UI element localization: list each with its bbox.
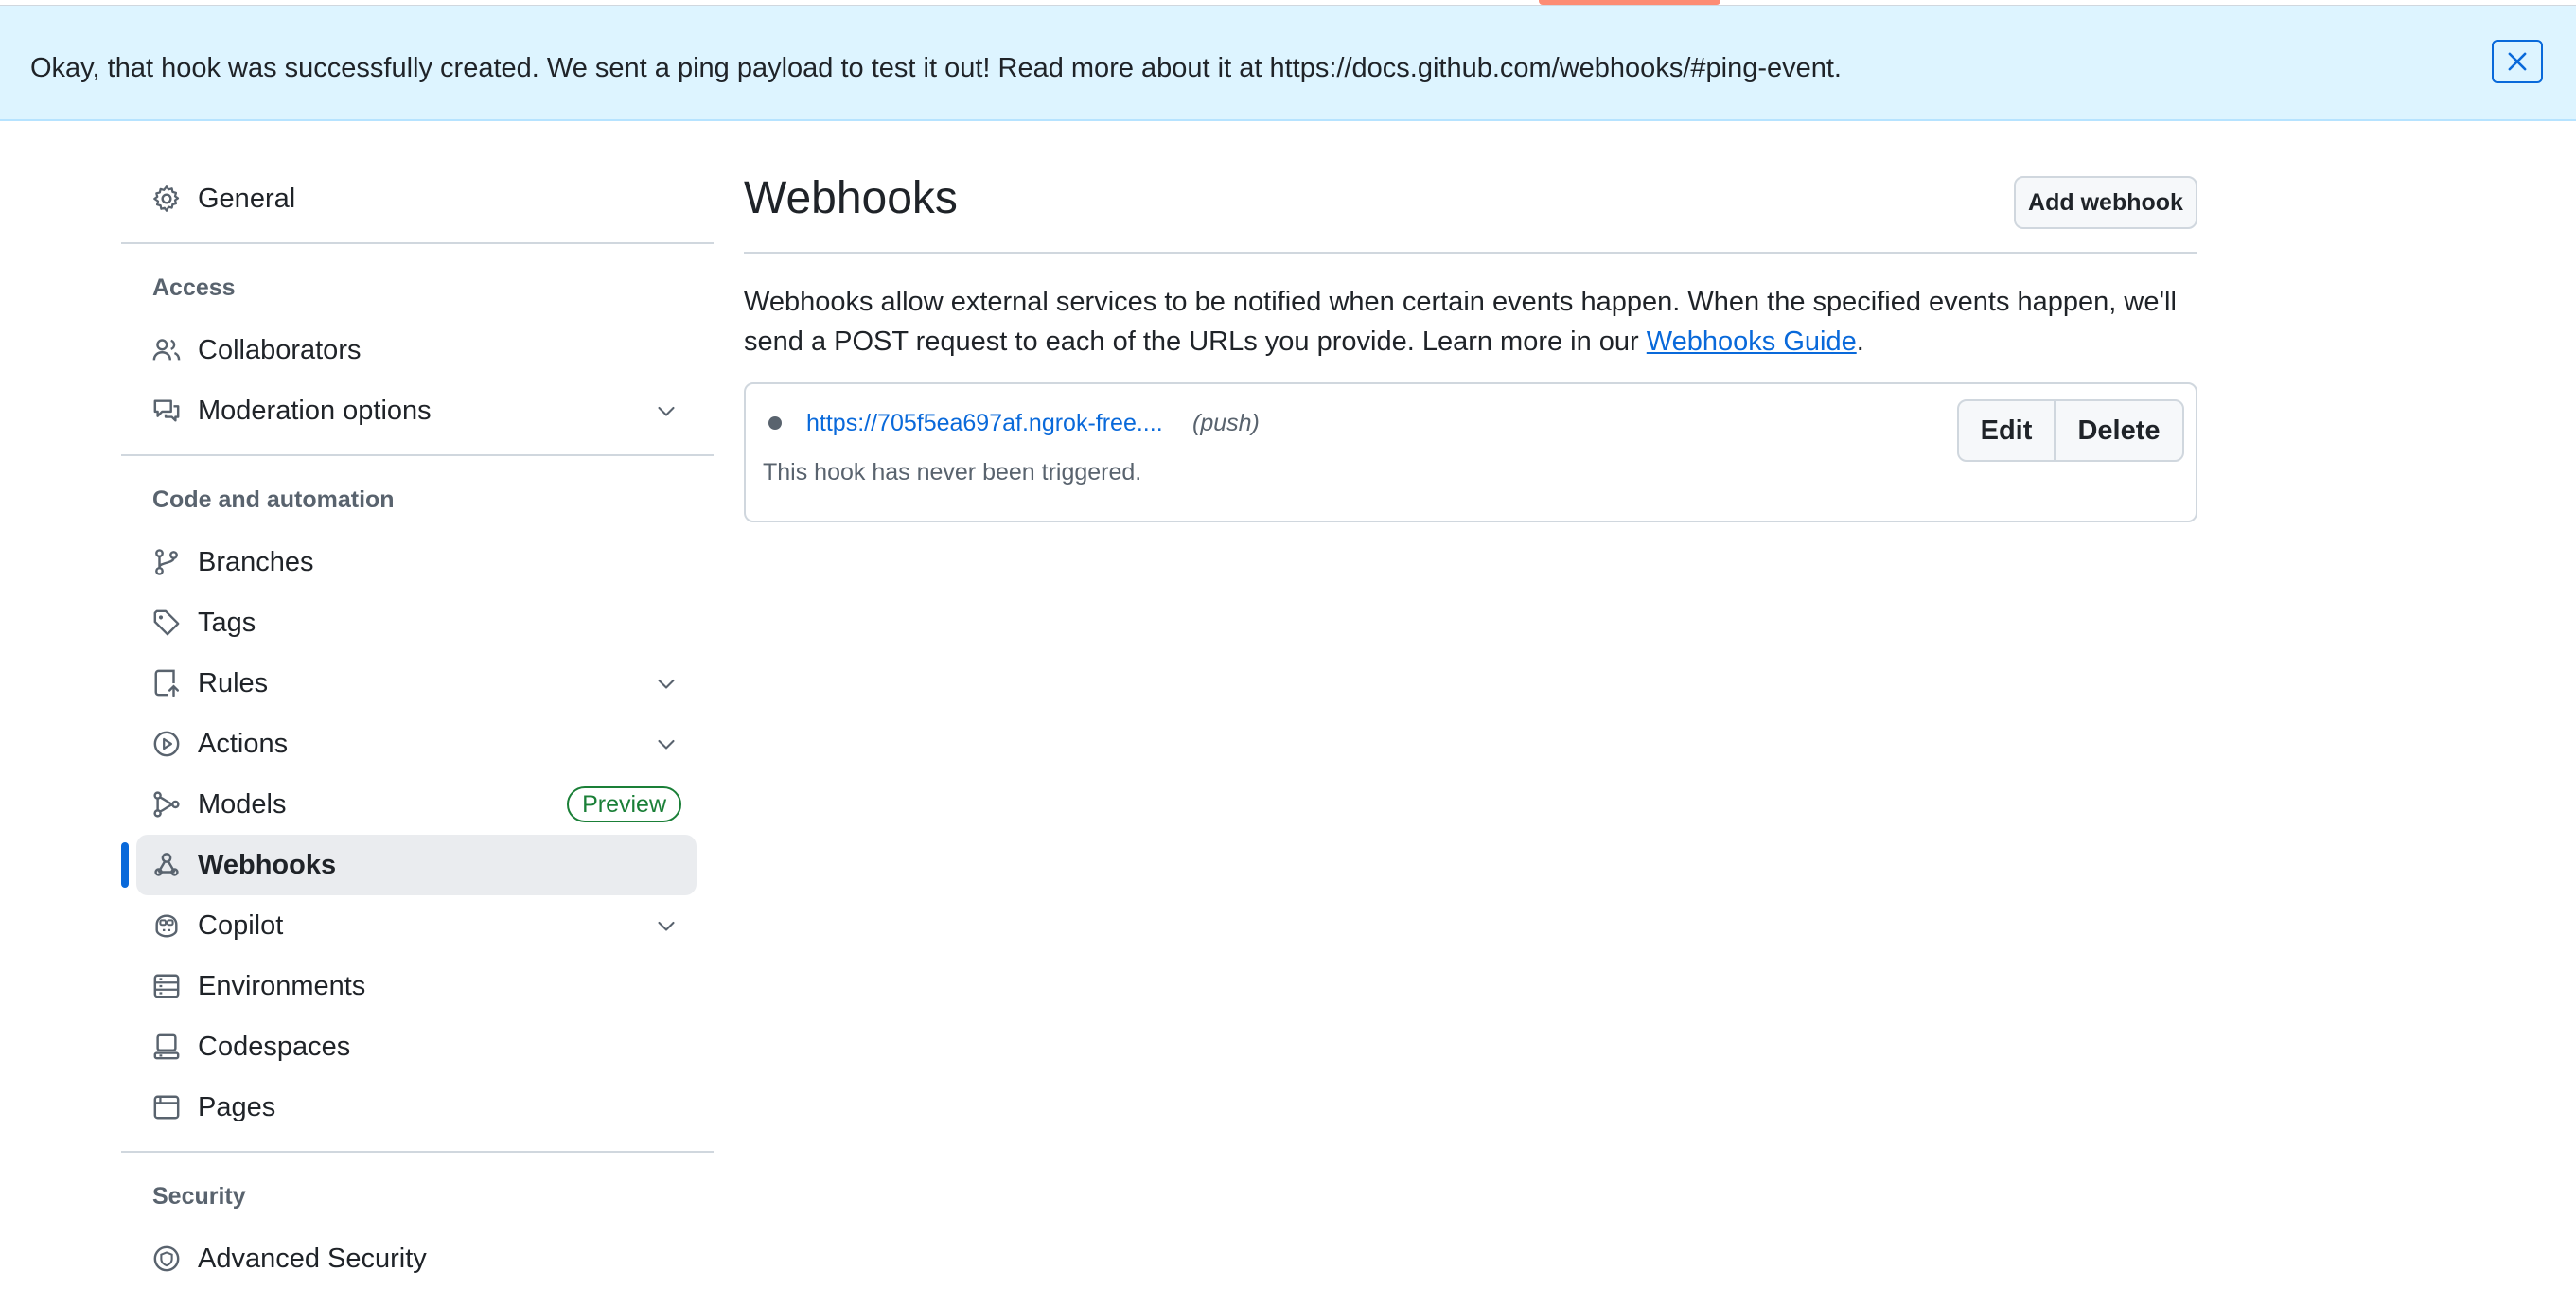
active-indicator <box>121 842 129 888</box>
delete-button[interactable]: Delete <box>2056 401 2182 460</box>
chevron-down-icon <box>653 731 679 757</box>
sidebar-item-label: Actions <box>198 729 289 759</box>
sidebar-item-actions[interactable]: Actions <box>136 714 697 774</box>
hook-status-dot <box>768 416 782 430</box>
flash-banner: Okay, that hook was successfully created… <box>0 6 2576 121</box>
preview-badge: Preview <box>567 786 681 822</box>
page-title: Webhooks <box>744 173 958 223</box>
hook-events: (push) <box>1192 410 1260 436</box>
hook-actions: Edit Delete <box>1957 399 2184 462</box>
codespaces-icon <box>151 1032 182 1062</box>
server-icon <box>151 971 182 1001</box>
hook-url-link[interactable]: https://705f5ea697af.ngrok-free.... <box>806 407 1163 439</box>
webhooks-description: Webhooks allow external services to be n… <box>744 282 2197 362</box>
flash-message: Okay, that hook was successfully created… <box>30 53 1842 83</box>
sidebar-item-webhooks[interactable]: Webhooks <box>136 835 697 895</box>
sidebar-item-copilot[interactable]: Copilot <box>136 895 697 956</box>
sidebar-item-label: Copilot <box>198 910 284 941</box>
sidebar-item-advanced-security[interactable]: Advanced Security <box>136 1228 697 1289</box>
models-icon <box>151 789 182 820</box>
git-branch-icon <box>151 547 182 577</box>
sidebar-item-label: Rules <box>198 668 269 698</box>
sidebar-item-label: Moderation options <box>198 396 432 426</box>
sidebar-divider <box>121 1151 714 1153</box>
sidebar-item-rules[interactable]: Rules <box>136 653 697 714</box>
sidebar-item-tags[interactable]: Tags <box>136 592 697 653</box>
sidebar-item-label: Models <box>198 789 287 820</box>
edit-button[interactable]: Edit <box>1959 401 2056 460</box>
sidebar-item-label: Collaborators <box>198 335 362 365</box>
webhook-list-item: https://705f5ea697af.ngrok-free.... (pus… <box>744 382 2197 522</box>
sidebar-item-label: General <box>198 184 296 214</box>
add-webhook-button[interactable]: Add webhook <box>2014 176 2197 229</box>
hook-status-text: This hook has never been triggered. <box>763 459 1142 486</box>
sidebar-divider <box>121 242 714 244</box>
description-suffix: . <box>1856 327 1864 357</box>
active-tab-indicator <box>1539 0 1720 5</box>
sidebar-item-general[interactable]: General <box>136 168 697 229</box>
sidebar-item-label: Environments <box>198 971 366 1001</box>
chevron-down-icon <box>653 397 679 424</box>
repo-push-icon <box>151 668 182 698</box>
tag-icon <box>151 608 182 638</box>
sidebar-item-label: Tags <box>198 608 256 638</box>
close-icon <box>2508 52 2527 71</box>
flash-close-button[interactable] <box>2492 40 2543 83</box>
sidebar-item-branches[interactable]: Branches <box>136 532 697 592</box>
sidebar-item-label: Advanced Security <box>198 1244 427 1274</box>
sidebar-item-label: Pages <box>198 1092 276 1122</box>
section-title-security: Security <box>152 1183 246 1210</box>
webhook-icon <box>151 850 182 880</box>
browser-icon <box>151 1092 182 1122</box>
sidebar-divider <box>121 454 714 456</box>
sidebar-item-collaborators[interactable]: Collaborators <box>136 320 697 380</box>
gear-icon <box>151 184 182 214</box>
sidebar-item-label: Codespaces <box>198 1032 351 1062</box>
chevron-down-icon <box>653 670 679 697</box>
comment-discussion-icon <box>151 396 182 426</box>
sidebar-item-pages[interactable]: Pages <box>136 1077 697 1138</box>
chevron-down-icon <box>653 912 679 939</box>
copilot-icon <box>151 910 182 941</box>
people-icon <box>151 335 182 365</box>
shield-icon <box>151 1244 182 1274</box>
sidebar-item-label: Webhooks <box>198 850 337 880</box>
description-text: Webhooks allow external services to be n… <box>744 287 2177 357</box>
title-divider <box>744 252 2197 254</box>
sidebar-item-environments[interactable]: Environments <box>136 956 697 1016</box>
sidebar-item-codespaces[interactable]: Codespaces <box>136 1016 697 1077</box>
play-icon <box>151 729 182 759</box>
webhooks-guide-link[interactable]: Webhooks Guide <box>1647 327 1857 357</box>
section-title-access: Access <box>152 274 236 301</box>
section-title-code-automation: Code and automation <box>152 486 395 513</box>
sidebar-item-models[interactable]: Models Preview <box>136 774 697 835</box>
sidebar-item-moderation[interactable]: Moderation options <box>136 380 697 441</box>
sidebar-item-label: Branches <box>198 547 314 577</box>
